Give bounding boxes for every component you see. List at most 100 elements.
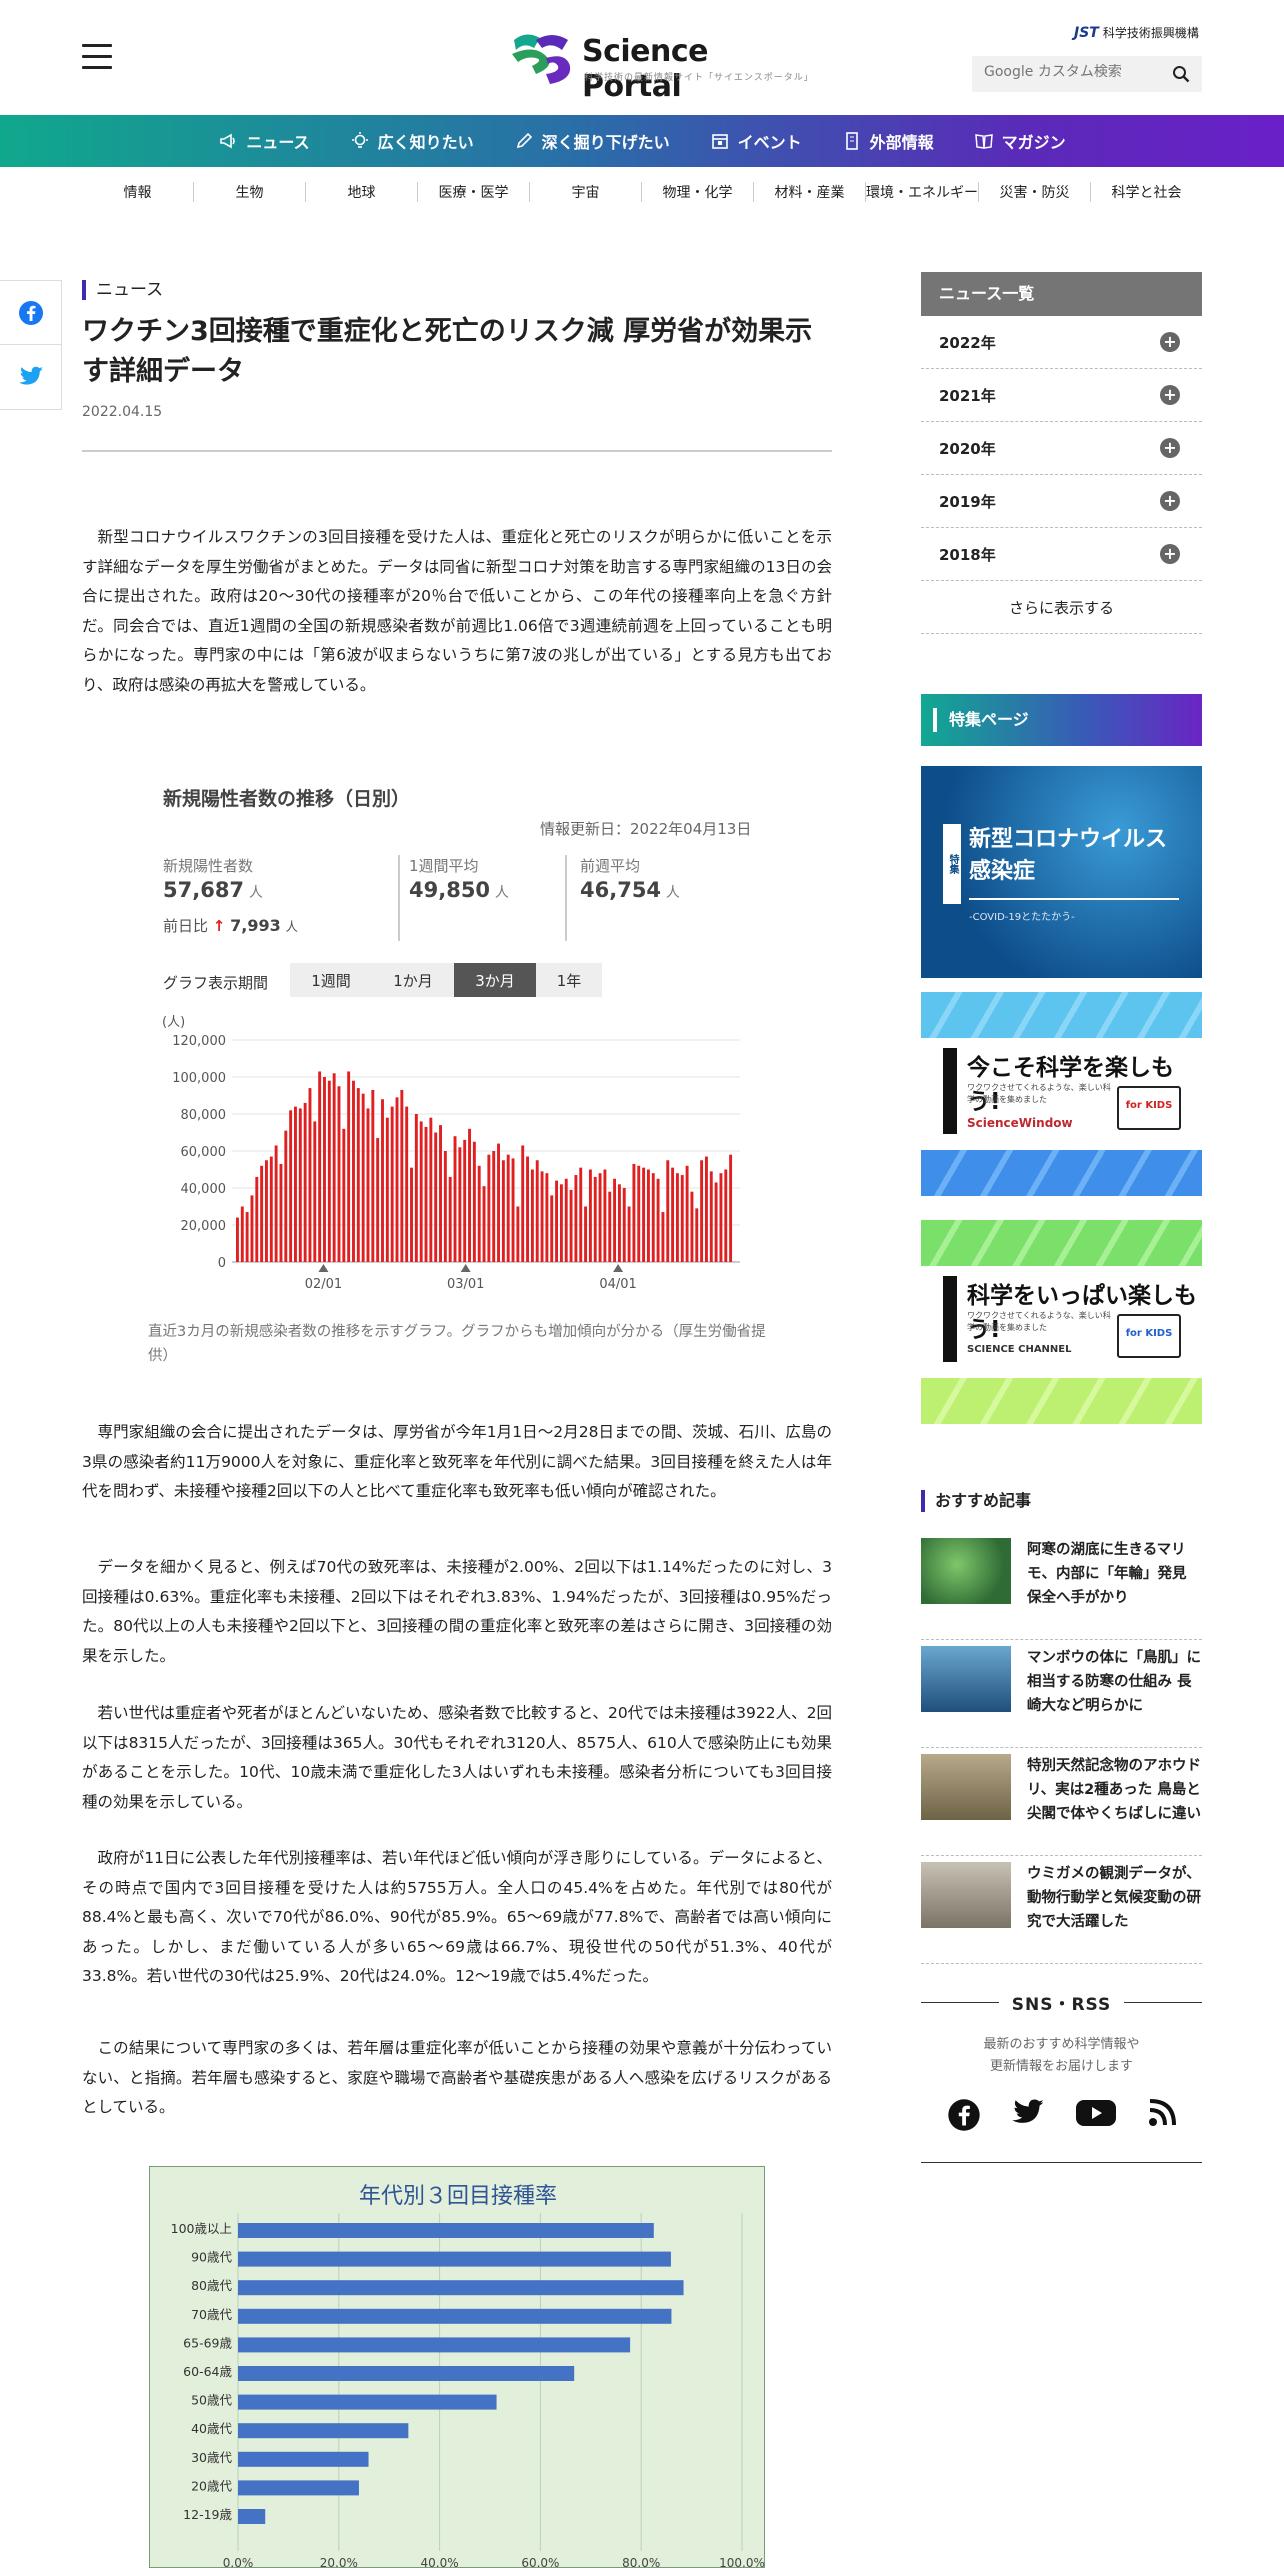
- banner-title: 新型コロナウイルス感染症: [969, 827, 1168, 884]
- year-item[interactable]: 2022年 +: [921, 316, 1202, 369]
- bar: [671, 1167, 675, 1262]
- chart1-caption: 直近3カ月の新規感染者数の推移を示すグラフ。グラフからも増加傾向が分かる（厚生労…: [148, 1324, 766, 1364]
- bar: [729, 1154, 733, 1262]
- category-item[interactable]: 生物: [194, 182, 306, 202]
- bar: [265, 1160, 268, 1262]
- x-tick-label: 02/01: [305, 1277, 342, 1292]
- bar: [468, 1128, 471, 1262]
- category-item[interactable]: 宇宙: [530, 182, 642, 202]
- up-arrow-icon: ↑: [212, 917, 226, 935]
- kpi-separator: [565, 855, 567, 941]
- search-icon[interactable]: [1172, 65, 1190, 83]
- nav-news[interactable]: ニュース: [218, 129, 310, 153]
- paragraph: データを細かく見ると、例えば70代の致死率は、未接種が2.00%、2回以下は1.…: [82, 1558, 832, 1665]
- bar: [400, 1089, 404, 1262]
- kpi-label: 前週平均: [580, 857, 641, 875]
- kpi-unit: 人: [248, 885, 263, 901]
- bar: [622, 1188, 626, 1262]
- recommend-item[interactable]: マンボウの体に「鳥肌」に相当する防寒の仕組み 長崎大など明らかに: [921, 1640, 1202, 1748]
- bar: [550, 1195, 554, 1262]
- category-item[interactable]: 材料・産業: [754, 182, 866, 202]
- chart-title: 年代別３回目接種率: [359, 2184, 557, 2209]
- kpi-unit: 人: [665, 885, 680, 901]
- bar: [260, 1165, 264, 1262]
- nav-magazine[interactable]: マガジン: [974, 129, 1066, 153]
- rss-icon[interactable]: [1147, 2098, 1177, 2128]
- category-label: 80歳代: [191, 2278, 232, 2293]
- year-item[interactable]: 2021年 +: [921, 369, 1202, 422]
- youtube-icon[interactable]: [1075, 2098, 1117, 2128]
- nav-event[interactable]: イベント: [710, 129, 802, 153]
- menu-button[interactable]: [82, 44, 112, 70]
- facebook-icon: [18, 300, 43, 325]
- news-list-head: ニュース一覧: [921, 272, 1202, 316]
- kids-book-icon: for KIDS: [1117, 1086, 1181, 1130]
- year-item[interactable]: 2019年 +: [921, 475, 1202, 528]
- bar: [555, 1180, 559, 1262]
- bar: [632, 1163, 636, 1262]
- category-item[interactable]: 地球: [306, 182, 418, 202]
- bar: [327, 1080, 331, 1262]
- facebook-share-button[interactable]: [0, 281, 61, 345]
- hamburger-icon-bar: [82, 66, 112, 69]
- tab-3months[interactable]: 3か月: [454, 963, 536, 997]
- kpi-day-value: 7,993: [230, 916, 281, 935]
- paragraph: 若い世代は重症者や死者がほとんどいないため、感染者数で比較すると、20代では未接…: [82, 1704, 832, 1811]
- bar: [535, 1160, 539, 1262]
- banner-covid[interactable]: 特集 新型コロナウイルス感染症 -COVID-19とたたかう-: [921, 766, 1202, 978]
- category-item[interactable]: 環境・エネルギー: [866, 182, 979, 202]
- bar: [564, 1178, 568, 1262]
- category-item[interactable]: 災害・防災: [979, 182, 1091, 202]
- bar: [656, 1178, 660, 1262]
- bar: [240, 1206, 244, 1262]
- bar: [482, 1186, 486, 1262]
- year-item[interactable]: 2020年 +: [921, 422, 1202, 475]
- tab-1month[interactable]: 1か月: [372, 963, 454, 997]
- banner-brand: SCIENCE CHANNEL: [967, 1344, 1072, 1355]
- bar: [588, 1169, 592, 1262]
- bar: [724, 1169, 728, 1262]
- nav-deep[interactable]: 深く掘り下げたい: [514, 129, 670, 153]
- sns-desc-line: 更新情報をお届けします: [989, 2059, 1133, 2074]
- kpi-day-diff: 前日比 ↑ 7,993 人: [163, 915, 298, 936]
- twitter-share-button[interactable]: [0, 345, 61, 409]
- show-more-link[interactable]: さらに表示する: [921, 581, 1202, 634]
- jst-link[interactable]: JST 科学技術振興機構: [1074, 24, 1199, 41]
- bar: [453, 1136, 457, 1262]
- recommend-item[interactable]: ウミガメの観測データが、動物行動学と気候変動の研究で大活躍した: [921, 1856, 1202, 1964]
- twitter-icon[interactable]: [1011, 2098, 1045, 2128]
- nav-external[interactable]: 外部情報: [842, 129, 934, 153]
- bar: [637, 1165, 641, 1262]
- x-tick-marker: [613, 1264, 624, 1272]
- category-item[interactable]: 科学と社会: [1091, 182, 1202, 202]
- banner-science-window[interactable]: 今こそ科学を楽しもう! ワクワクさせてくれるような、楽しい科学の動画を集めました…: [921, 992, 1202, 1196]
- twitter-icon: [18, 366, 43, 385]
- bar: [352, 1080, 355, 1262]
- search-input[interactable]: [984, 64, 1164, 80]
- plus-icon: +: [1160, 385, 1180, 405]
- banner-stripe: [921, 992, 1202, 1038]
- kpi-day-unit: 人: [285, 919, 299, 934]
- nav-wide[interactable]: 広く知りたい: [350, 129, 474, 153]
- year-item[interactable]: 2018年 +: [921, 528, 1202, 581]
- category-item[interactable]: 医療・医学: [418, 182, 530, 202]
- tab-1week[interactable]: 1週間: [290, 963, 372, 997]
- recommend-item[interactable]: 特別天然記念物のアホウドリ、実は2種あった 鳥島と尖閣で体やくちばしに違い: [921, 1748, 1202, 1856]
- bar: [704, 1156, 708, 1262]
- bar: [236, 1217, 239, 1262]
- facebook-icon[interactable]: [947, 2098, 981, 2132]
- kpi-label: 新規陽性者数: [163, 857, 254, 875]
- category-item[interactable]: 物理・化学: [642, 182, 754, 202]
- bar: [294, 1106, 297, 1262]
- recommend-item[interactable]: 阿寒の湖底に生きるマリモ、内部に「年輪」発見 保全へ手がかり: [921, 1532, 1202, 1640]
- site-logo[interactable]: Science Portal 科学技術の最新情報サイト「サイエンスポータル」: [506, 28, 813, 104]
- bar: [443, 1151, 447, 1262]
- banner-tag: 特集: [943, 824, 961, 904]
- tab-1year[interactable]: 1年: [536, 963, 602, 997]
- sns-description: 最新のおすすめ科学情報や 更新情報をお届けします: [921, 2034, 1202, 2078]
- recommend-title: ウミガメの観測データが、動物行動学と気候変動の研究で大活躍した: [1027, 1866, 1201, 1930]
- bar: [579, 1167, 583, 1262]
- sns-icons: [921, 2098, 1202, 2132]
- banner-science-channel[interactable]: 科学をいっぱい楽しもう! ワクワクさせてくれるような、楽しい科学の動画を集めまし…: [921, 1220, 1202, 1424]
- category-item[interactable]: 情報: [82, 182, 194, 202]
